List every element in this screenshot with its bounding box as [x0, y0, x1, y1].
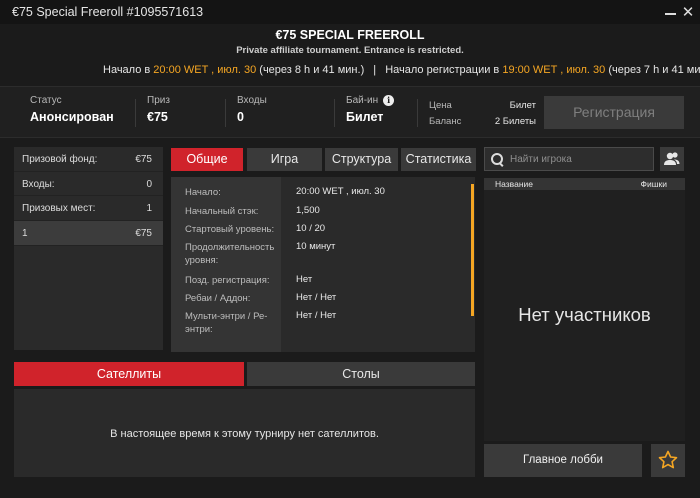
entries-row-value: 0 — [146, 178, 152, 190]
paid-places-label: Призовых мест: — [22, 203, 96, 214]
info-icon[interactable]: i — [383, 95, 395, 106]
tournament-times: Начало в 20:00 WET , июл. 30 (через 8 h … — [103, 64, 700, 76]
detail-key: Начальный стэк: — [185, 206, 259, 217]
balance-label: Баланс — [429, 116, 462, 127]
start-time: 20:00 WET , июл. 30 — [153, 64, 257, 76]
paid-places-value: 1 — [146, 203, 152, 214]
main-lobby-button[interactable]: Главное лобби — [484, 444, 642, 477]
divider — [225, 99, 226, 127]
detail-key: Продолжительность уровня: — [185, 242, 275, 266]
status-block: Статус Анонсирован — [30, 95, 114, 124]
entries-row: Входы: 0 — [14, 172, 163, 196]
tab-structure[interactable]: Структура — [325, 148, 398, 171]
entries-label: Входы — [237, 95, 267, 106]
entries-block: Входы 0 — [237, 95, 267, 124]
col-chips[interactable]: Фишки — [641, 179, 668, 189]
players-empty: Нет участников — [518, 304, 651, 325]
prize-pool-value: €75 — [135, 154, 152, 165]
tab-tables[interactable]: Столы — [247, 362, 475, 386]
detail-key: Стартовый уровень: — [185, 224, 275, 235]
status-value: Анонсирован — [30, 110, 114, 124]
minimize-button[interactable] — [664, 4, 678, 20]
buyin-label-row: Бай-ин i — [346, 95, 395, 106]
satellites-message: В настоящее время к этому турниру нет са… — [110, 428, 379, 440]
divider — [135, 99, 136, 127]
tab-game[interactable]: Игра — [247, 148, 322, 171]
detail-key: Позд. регистрация: — [185, 275, 270, 286]
user-icon — [664, 152, 680, 165]
paid-places-row: Призовых мест: 1 — [14, 196, 163, 221]
col-name[interactable]: Название — [495, 179, 533, 189]
entries-value: 0 — [237, 110, 244, 124]
tab-general[interactable]: Общие — [171, 148, 243, 171]
divider — [417, 99, 418, 127]
player-search — [484, 147, 654, 171]
buyin-block: Бай-ин i Билет — [346, 95, 395, 124]
payout-place: 1 — [22, 227, 28, 239]
detail-key: Начало: — [185, 187, 221, 198]
prize-value: €75 — [147, 110, 168, 124]
entries-row-label: Входы: — [22, 178, 55, 190]
reg-time: 19:00 WET , июл. 30 — [502, 64, 606, 76]
prize-pool-label: Призовой фонд: — [22, 154, 98, 165]
close-button[interactable]: ✕ — [680, 3, 696, 21]
players-list: Название Фишки Нет участников — [484, 178, 685, 441]
price-labels: Цена Баланс — [429, 98, 461, 130]
status-label: Статус — [30, 95, 62, 106]
buyin-label: Бай-ин — [346, 95, 379, 106]
times-separator: | — [373, 64, 377, 76]
title-bar: €75 Special Freeroll #1095571613 ✕ — [0, 0, 700, 24]
prize-pool-row: Призовой фонд: €75 — [14, 147, 163, 172]
info-bar: Статус Анонсирован Приз €75 Входы 0 Бай-… — [0, 86, 700, 138]
tab-stats[interactable]: Статистика — [401, 148, 476, 171]
price-label: Цена — [429, 100, 452, 111]
detail-value: 1,500 — [296, 205, 320, 216]
favorite-button[interactable] — [651, 444, 685, 477]
reg-label: Начало регистрации в — [385, 64, 500, 76]
divider — [334, 99, 335, 127]
tournament-name: €75 SPECIAL FREEROLL — [275, 28, 425, 42]
satellites-panel: В настоящее время к этому турниру нет са… — [14, 389, 475, 477]
prize-block: Приз €75 — [147, 95, 170, 124]
tournament-header: €75 SPECIAL FREEROLL Private affiliate t… — [0, 24, 700, 86]
payout-row: 1 €75 — [14, 220, 163, 246]
tab-satellites[interactable]: Сателлиты — [14, 362, 244, 386]
window-title: €75 Special Freeroll #1095571613 — [12, 5, 204, 19]
detail-key: Мульти-энтри / Ре-энтри: — [185, 311, 268, 335]
detail-value: 10 / 20 — [296, 223, 326, 234]
prize-panel: Призовой фонд: €75 Входы: 0 Призовых мес… — [14, 147, 163, 350]
prize-label: Приз — [147, 95, 170, 106]
search-icon — [491, 153, 504, 166]
tournament-subtitle: Private affiliate tournament. Entrance i… — [236, 45, 464, 56]
reg-remaining: (через 7 h и 41 мин.) — [608, 64, 700, 76]
detail-value: 10 минут — [296, 241, 336, 252]
detail-value: 20:00 WET , июл. 30 — [296, 186, 385, 197]
start-label: Начало в — [103, 64, 151, 76]
star-icon — [658, 450, 678, 469]
detail-value: Нет / Нет — [296, 292, 337, 303]
price-value: Билет — [509, 100, 536, 111]
detail-key: Ребаи / Аддон: — [185, 293, 251, 304]
buyin-value: Билет — [346, 110, 384, 124]
price-values: Билет 2 Билеты — [470, 98, 536, 130]
players-header: Название Фишки — [484, 178, 685, 190]
details-scrollbar[interactable] — [471, 184, 474, 316]
player-search-input[interactable] — [510, 151, 648, 168]
start-remaining: (через 8 h и 41 мин.) — [259, 64, 365, 76]
user-button[interactable] — [660, 147, 684, 171]
detail-value: Нет — [296, 274, 313, 285]
balance-value: 2 Билеты — [494, 116, 536, 127]
payout-amount: €75 — [135, 227, 152, 239]
details-panel: Начало: 20:00 WET , июл. 30 Начальный ст… — [171, 177, 475, 352]
detail-value: Нет / Нет — [296, 310, 337, 321]
register-button[interactable]: Регистрация — [544, 96, 684, 129]
